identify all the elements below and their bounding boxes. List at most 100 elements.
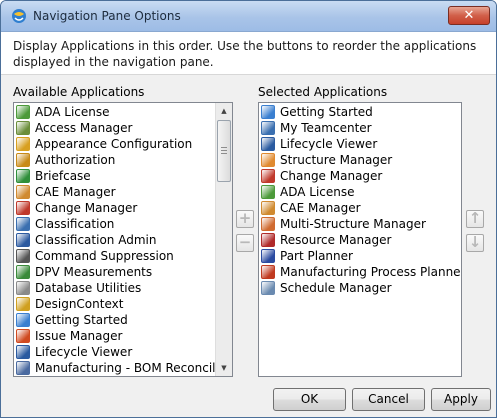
list-item-label: Change Manager — [35, 201, 138, 215]
designcontext-icon — [16, 297, 30, 311]
lifecycle-viewer-icon — [16, 345, 30, 359]
lifecycle-viewer-icon — [261, 137, 275, 151]
scroll-down-arrow-icon[interactable]: ▼ — [216, 360, 232, 376]
access-manager-icon — [16, 121, 30, 135]
multi-structure-manager-icon — [261, 217, 275, 231]
list-item-label: Classification Admin — [35, 233, 157, 247]
teamcenter-logo-icon — [12, 9, 26, 23]
part-planner-icon — [261, 249, 275, 263]
list-item[interactable]: Authorization — [14, 152, 216, 168]
schedule-manager-icon — [261, 281, 275, 295]
list-item-label: ADA License — [35, 105, 110, 119]
classification-icon — [16, 217, 30, 231]
list-item-label: Lifecycle Viewer — [35, 345, 133, 359]
scrollbar-thumb[interactable] — [217, 120, 231, 182]
authorization-icon — [16, 153, 30, 167]
list-item-label: Manufacturing - BOM Reconcili... — [35, 361, 216, 375]
list-item-label: Multi-Structure Manager — [280, 217, 426, 231]
list-item[interactable]: Manufacturing Process Planner — [259, 264, 461, 280]
list-item-label: Authorization — [35, 153, 116, 167]
remove-application-button[interactable]: − — [236, 234, 254, 252]
list-item[interactable]: ADA License — [259, 184, 461, 200]
list-item[interactable]: Structure Manager — [259, 152, 461, 168]
change-manager-icon — [261, 169, 275, 183]
list-item-label: DesignContext — [35, 297, 124, 311]
list-item[interactable]: Manufacturing - BOM Reconcili... — [14, 360, 216, 376]
change-manager-icon — [16, 201, 30, 215]
appearance-config-icon — [16, 137, 30, 151]
selected-applications-list[interactable]: Getting Started My Teamcenter Lifecycle Vi… — [258, 102, 462, 377]
database-utilities-icon — [16, 281, 30, 295]
getting-started-icon — [261, 105, 275, 119]
cae-manager-icon — [261, 201, 275, 215]
classification-admin-icon — [16, 233, 30, 247]
list-item[interactable]: DesignContext — [14, 296, 216, 312]
plus-icon: + — [238, 209, 252, 227]
close-icon: ✕ — [463, 8, 475, 23]
structure-manager-icon — [261, 153, 275, 167]
list-item-label: Change Manager — [280, 169, 383, 183]
move-up-button[interactable]: ↑ — [466, 210, 484, 228]
list-item[interactable]: Database Utilities — [14, 280, 216, 296]
ok-button[interactable]: OK — [273, 388, 346, 411]
list-item-label: Command Suppression — [35, 249, 174, 263]
manufacturing-process-planner-icon — [261, 265, 275, 279]
title-bar[interactable]: Navigation Pane Options ✕ — [1, 1, 496, 32]
list-item[interactable]: Lifecycle Viewer — [14, 344, 216, 360]
list-item[interactable]: ADA License — [14, 104, 216, 120]
list-item[interactable]: My Teamcenter — [259, 120, 461, 136]
close-button[interactable]: ✕ — [448, 6, 490, 25]
list-item[interactable]: CAE Manager — [14, 184, 216, 200]
list-item[interactable]: Change Manager — [259, 168, 461, 184]
cancel-button[interactable]: Cancel — [352, 388, 425, 411]
list-item-label: Part Planner — [280, 249, 353, 263]
navigation-pane-options-dialog: Navigation Pane Options ✕ Display Applic… — [0, 0, 497, 418]
list-item[interactable]: Classification — [14, 216, 216, 232]
ada-license-icon — [16, 105, 30, 119]
list-item-label: Lifecycle Viewer — [280, 137, 378, 151]
list-item[interactable]: Classification Admin — [14, 232, 216, 248]
list-item[interactable]: Part Planner — [259, 248, 461, 264]
list-item-label: Appearance Configuration — [35, 137, 193, 151]
list-item[interactable]: Getting Started — [14, 312, 216, 328]
minus-icon: − — [238, 233, 252, 251]
dpv-measurements-icon — [16, 265, 30, 279]
window-title: Navigation Pane Options — [33, 9, 181, 23]
list-item[interactable]: DPV Measurements — [14, 264, 216, 280]
available-list-scrollbar[interactable]: ▲ ▼ — [215, 103, 232, 376]
list-item[interactable]: CAE Manager — [259, 200, 461, 216]
list-item-label: Getting Started — [280, 105, 373, 119]
list-item[interactable]: Issue Manager — [14, 328, 216, 344]
available-applications-label: Available Applications — [13, 85, 145, 99]
list-item-label: Classification — [35, 217, 115, 231]
list-item-label: Access Manager — [35, 121, 133, 135]
apply-button[interactable]: Apply — [431, 388, 491, 411]
command-suppression-icon — [16, 249, 30, 263]
issue-manager-icon — [16, 329, 30, 343]
list-item-label: CAE Manager — [35, 185, 116, 199]
getting-started-icon — [16, 313, 30, 327]
list-item[interactable]: Resource Manager — [259, 232, 461, 248]
list-item[interactable]: Schedule Manager — [259, 280, 461, 296]
add-application-button[interactable]: + — [236, 210, 254, 228]
my-teamcenter-icon — [261, 121, 275, 135]
list-item-label: Getting Started — [35, 313, 128, 327]
list-item[interactable]: Change Manager — [14, 200, 216, 216]
list-item[interactable]: Briefcase — [14, 168, 216, 184]
list-item[interactable]: Command Suppression — [14, 248, 216, 264]
list-item-label: Resource Manager — [280, 233, 392, 247]
list-item-label: Manufacturing Process Planner — [280, 265, 461, 279]
list-item[interactable]: Lifecycle Viewer — [259, 136, 461, 152]
available-applications-list[interactable]: ADA License Access Manager Appearance Conf… — [13, 102, 233, 377]
list-item-label: CAE Manager — [280, 201, 361, 215]
scroll-up-arrow-icon[interactable]: ▲ — [216, 103, 232, 119]
list-item[interactable]: Getting Started — [259, 104, 461, 120]
list-item[interactable]: Appearance Configuration — [14, 136, 216, 152]
instructions-panel: Display Applications in this order. Use … — [1, 32, 496, 75]
selected-applications-label: Selected Applications — [258, 85, 388, 99]
briefcase-icon — [16, 169, 30, 183]
list-item[interactable]: Multi-Structure Manager — [259, 216, 461, 232]
move-down-button[interactable]: ↓ — [466, 234, 484, 252]
list-item-label: Schedule Manager — [280, 281, 392, 295]
list-item[interactable]: Access Manager — [14, 120, 216, 136]
